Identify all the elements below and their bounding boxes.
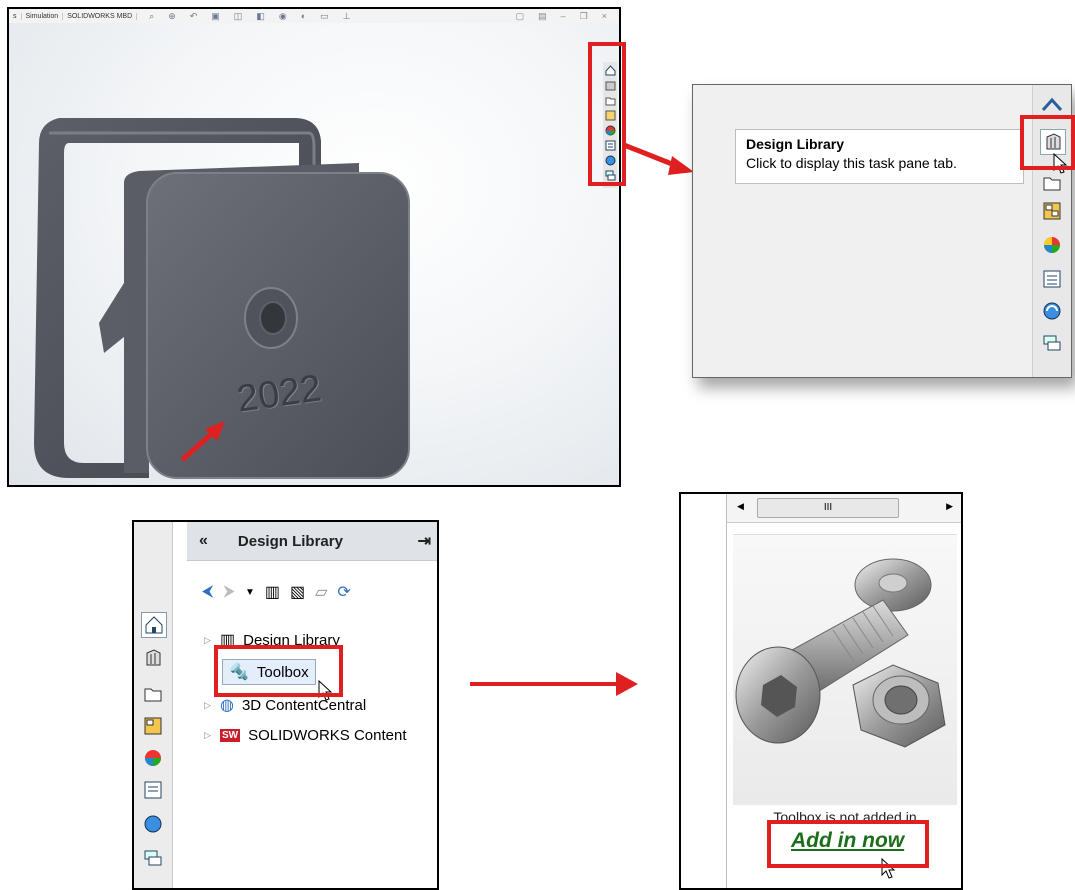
minimize-icon[interactable]: – [557,11,570,22]
tooltip: Design Library Click to display this tas… [735,129,1024,184]
scroll-left-icon[interactable]: ◀ [737,501,744,512]
back-icon[interactable]: ⮜ [202,583,213,601]
section-view-icon[interactable]: ▣ [207,11,224,22]
add-to-library-icon[interactable]: ▥ [265,582,280,602]
solidworks-viewport-panel: s Simulation SOLIDWORKS MBD ⌕ ⊕ ↶ ▣ ◫ ◧ … [7,7,621,487]
view-palette-icon[interactable] [141,714,165,738]
design-library-pane: « Design Library ⇥ ⮜ ⮞ ▼ ▥ ▧ ▱ ⟳ ▷ ▥ Des… [132,520,439,890]
tooltip-title: Design Library [746,136,845,152]
pin-icon[interactable]: ⇥ [418,531,431,551]
create-new-folder-icon[interactable]: ▧ [290,582,305,602]
solidworks-resources-icon[interactable] [141,812,165,836]
pane-toolbar: ⮜ ⮞ ▼ ▥ ▧ ▱ ⟳ [202,582,351,602]
forum-icon[interactable] [1040,331,1064,355]
forward-icon[interactable]: ⮞ [223,583,235,601]
highlight-design-library-tab [1020,115,1075,170]
tooltip-text: Click to display this task pane tab. [746,155,957,171]
graphics-area[interactable]: 2022 [9,23,619,485]
add-file-location-icon[interactable]: ▱ [315,582,327,602]
split-icon[interactable]: ▤ [534,11,551,22]
collapse-icon[interactable]: « [199,532,208,550]
pane-header: « Design Library ⇥ [187,522,437,561]
view-toolbar: ⌕ ⊕ ↶ ▣ ◫ ◧ ◉ ◐ ▭ ⊥ [145,11,354,22]
display-style-icon[interactable]: ◧ [252,11,269,22]
file-explorer-icon[interactable] [141,682,165,706]
zoom-area-icon[interactable]: ⊕ [164,11,180,22]
expand-icon[interactable]: ▷ [204,730,220,741]
highlight-add-in-now [767,820,929,868]
view-settings-icon[interactable]: ⊥ [339,11,355,22]
toolbox-image [733,534,957,805]
refresh-icon[interactable]: ⟳ [337,582,350,602]
appearances-icon[interactable] [141,746,165,770]
highlight-task-pane-strip [588,42,626,186]
previous-view-icon[interactable]: ↶ [186,11,202,22]
globe-icon: ◍ [220,697,234,714]
arrow-to-toolbox-pane [470,682,620,686]
appearances-icon[interactable] [1040,233,1064,257]
horizontal-scrollbar[interactable]: ◀ III ▶ [727,494,961,523]
window-controls: ▢ ▤ – ❐ × [512,11,619,22]
highlight-toolbox-item [214,645,343,697]
scroll-right-icon[interactable]: ▶ [946,501,953,512]
arrow-head [616,672,638,696]
pane-title: Design Library [237,532,343,550]
bolt-nut-washer-image [735,558,946,748]
red-arrow-annotation [180,421,225,462]
solidworks-resources-icon[interactable] [1040,299,1064,323]
expand-icon[interactable]: ▷ [204,700,220,711]
arrow-to-tooltip [623,142,694,175]
sw-content-icon: SW [220,729,241,742]
zoom-to-fit-icon[interactable]: ⌕ [145,11,158,22]
custom-properties-icon[interactable] [1040,267,1064,291]
scene-icon[interactable]: ▭ [316,11,333,22]
tree-label: SOLIDWORKS Content [248,727,407,744]
dropdown-icon[interactable]: ▼ [245,587,255,598]
close-icon[interactable]: × [598,11,611,22]
tile-icon[interactable]: ▢ [512,11,529,22]
pane-gutter [681,494,727,888]
tree-item-3d-contentcentral[interactable]: ▷ ◍ 3D ContentCentral [204,695,366,715]
design-library-icon[interactable] [141,646,165,670]
scroll-thumb[interactable]: III [757,498,899,518]
tab-simulation[interactable]: Simulation [22,12,64,20]
tab-solidworks-mbd[interactable]: SOLIDWORKS MBD [63,12,138,20]
view-palette-icon[interactable] [1040,199,1064,223]
expand-icon[interactable]: ▷ [204,635,220,646]
tree-item-solidworks-content[interactable]: ▷ SW SOLIDWORKS Content [204,727,407,744]
task-pane-strip [134,522,173,888]
custom-properties-icon[interactable] [141,778,165,802]
appearance-icon[interactable]: ◐ [297,11,310,22]
forum-icon[interactable] [141,846,165,870]
tree-label: 3D ContentCentral [241,696,367,714]
home-icon[interactable] [141,612,167,638]
restore-icon[interactable]: ❐ [576,11,592,22]
view-orientation-icon[interactable]: ◫ [230,11,247,22]
3d-part-model[interactable] [9,23,621,487]
hide-show-icon[interactable]: ◉ [275,11,291,22]
tab-partial[interactable]: s [9,12,22,20]
command-tab-bar: s Simulation SOLIDWORKS MBD ⌕ ⊕ ↶ ▣ ◫ ◧ … [9,9,619,24]
